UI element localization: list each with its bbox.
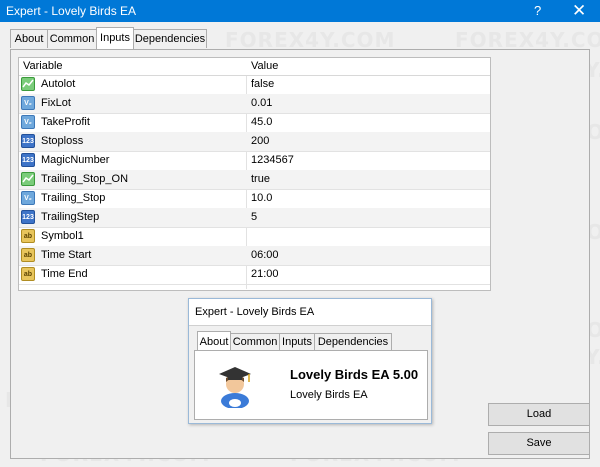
int-type-icon: 123 xyxy=(21,134,35,148)
save-button[interactable]: Save xyxy=(488,432,590,455)
graduate-avatar-icon xyxy=(217,364,253,409)
bool-type-icon xyxy=(21,172,35,186)
double-type-icon: V₂ xyxy=(21,115,35,129)
window-titlebar[interactable]: Expert - Lovely Birds EA ? ✕ xyxy=(0,0,600,22)
variable-name: Time End xyxy=(41,268,88,280)
variable-value[interactable]: 5 xyxy=(251,211,257,223)
double-type-icon: V₂ xyxy=(21,96,35,110)
tab-about[interactable]: About xyxy=(10,29,48,48)
variable-name: Autolot xyxy=(41,78,76,90)
int-type-icon: 123 xyxy=(21,153,35,167)
table-row[interactable]: V₂ Trailing_Stop 10.0 xyxy=(19,189,490,209)
table-row[interactable]: 123 Stoploss 200 xyxy=(19,132,490,152)
header-variable[interactable]: Variable xyxy=(23,60,63,72)
variable-name: MagicNumber xyxy=(41,154,110,166)
variable-name: Symbol1 xyxy=(41,230,84,242)
about-tab-common[interactable]: Common xyxy=(230,333,280,351)
variable-value[interactable]: 10.0 xyxy=(251,192,272,204)
about-tab-inputs[interactable]: Inputs xyxy=(279,333,315,351)
table-row[interactable]: Autolot false xyxy=(19,75,490,95)
tab-dependencies[interactable]: Dependencies xyxy=(133,29,207,48)
header-value[interactable]: Value xyxy=(251,60,278,72)
string-type-icon: ab xyxy=(21,229,35,243)
tab-inputs[interactable]: Inputs xyxy=(96,27,134,49)
about-tab-dependencies[interactable]: Dependencies xyxy=(314,333,392,351)
variable-value[interactable]: 1234567 xyxy=(251,154,294,166)
variable-name: Trailing_Stop xyxy=(41,192,106,204)
tab-common[interactable]: Common xyxy=(47,29,97,48)
variable-name: FixLot xyxy=(41,97,71,109)
table-row[interactable]: 123 TrailingStep 5 xyxy=(19,208,490,228)
product-name: Lovely Birds EA 5.00 xyxy=(290,367,419,382)
variable-value[interactable]: 200 xyxy=(251,135,269,147)
table-row[interactable]: Trailing_Stop_ON true xyxy=(19,170,490,190)
close-button[interactable]: ✕ xyxy=(572,1,586,21)
variable-value[interactable]: true xyxy=(251,173,270,185)
variable-value[interactable]: false xyxy=(251,78,274,90)
about-popup: Expert - Lovely Birds EA About Common In… xyxy=(188,298,432,424)
variable-name: Trailing_Stop_ON xyxy=(41,173,129,185)
double-type-icon: V₂ xyxy=(21,191,35,205)
variable-value[interactable]: 45.0 xyxy=(251,116,272,128)
table-row[interactable]: V₂ FixLot 0.01 xyxy=(19,94,490,114)
about-titlebar[interactable]: Expert - Lovely Birds EA xyxy=(189,299,431,326)
about-title: Expert - Lovely Birds EA xyxy=(195,306,315,318)
about-tab-about[interactable]: About xyxy=(197,331,231,352)
variable-value[interactable]: 0.01 xyxy=(251,97,272,109)
help-button[interactable]: ? xyxy=(534,3,541,18)
table-row[interactable]: V₂ TakeProfit 45.0 xyxy=(19,113,490,133)
table-row[interactable]: ab Symbol1 xyxy=(19,227,490,247)
int-type-icon: 123 xyxy=(21,210,35,224)
product-subtitle: Lovely Birds EA xyxy=(290,389,368,401)
table-row[interactable]: ab Time End 21:00 xyxy=(19,265,490,285)
load-button[interactable]: Load xyxy=(488,403,590,426)
string-type-icon: ab xyxy=(21,248,35,262)
variable-name: TrailingStep xyxy=(41,211,100,223)
table-header: Variable Value xyxy=(19,58,490,76)
variable-name: Stoploss xyxy=(41,135,84,147)
variable-name: TakeProfit xyxy=(41,116,90,128)
variable-value[interactable]: 21:00 xyxy=(251,268,279,280)
table-row[interactable]: 123 MagicNumber 1234567 xyxy=(19,151,490,171)
string-type-icon: ab xyxy=(21,267,35,281)
bool-type-icon xyxy=(21,77,35,91)
variable-value[interactable]: 06:00 xyxy=(251,249,279,261)
variable-name: Time Start xyxy=(41,249,92,261)
table-row[interactable]: ab Time Start 06:00 xyxy=(19,246,490,266)
window-title: Expert - Lovely Birds EA xyxy=(6,4,137,18)
inputs-table: Variable Value Autolot false V₂ FixLot 0… xyxy=(18,57,491,291)
